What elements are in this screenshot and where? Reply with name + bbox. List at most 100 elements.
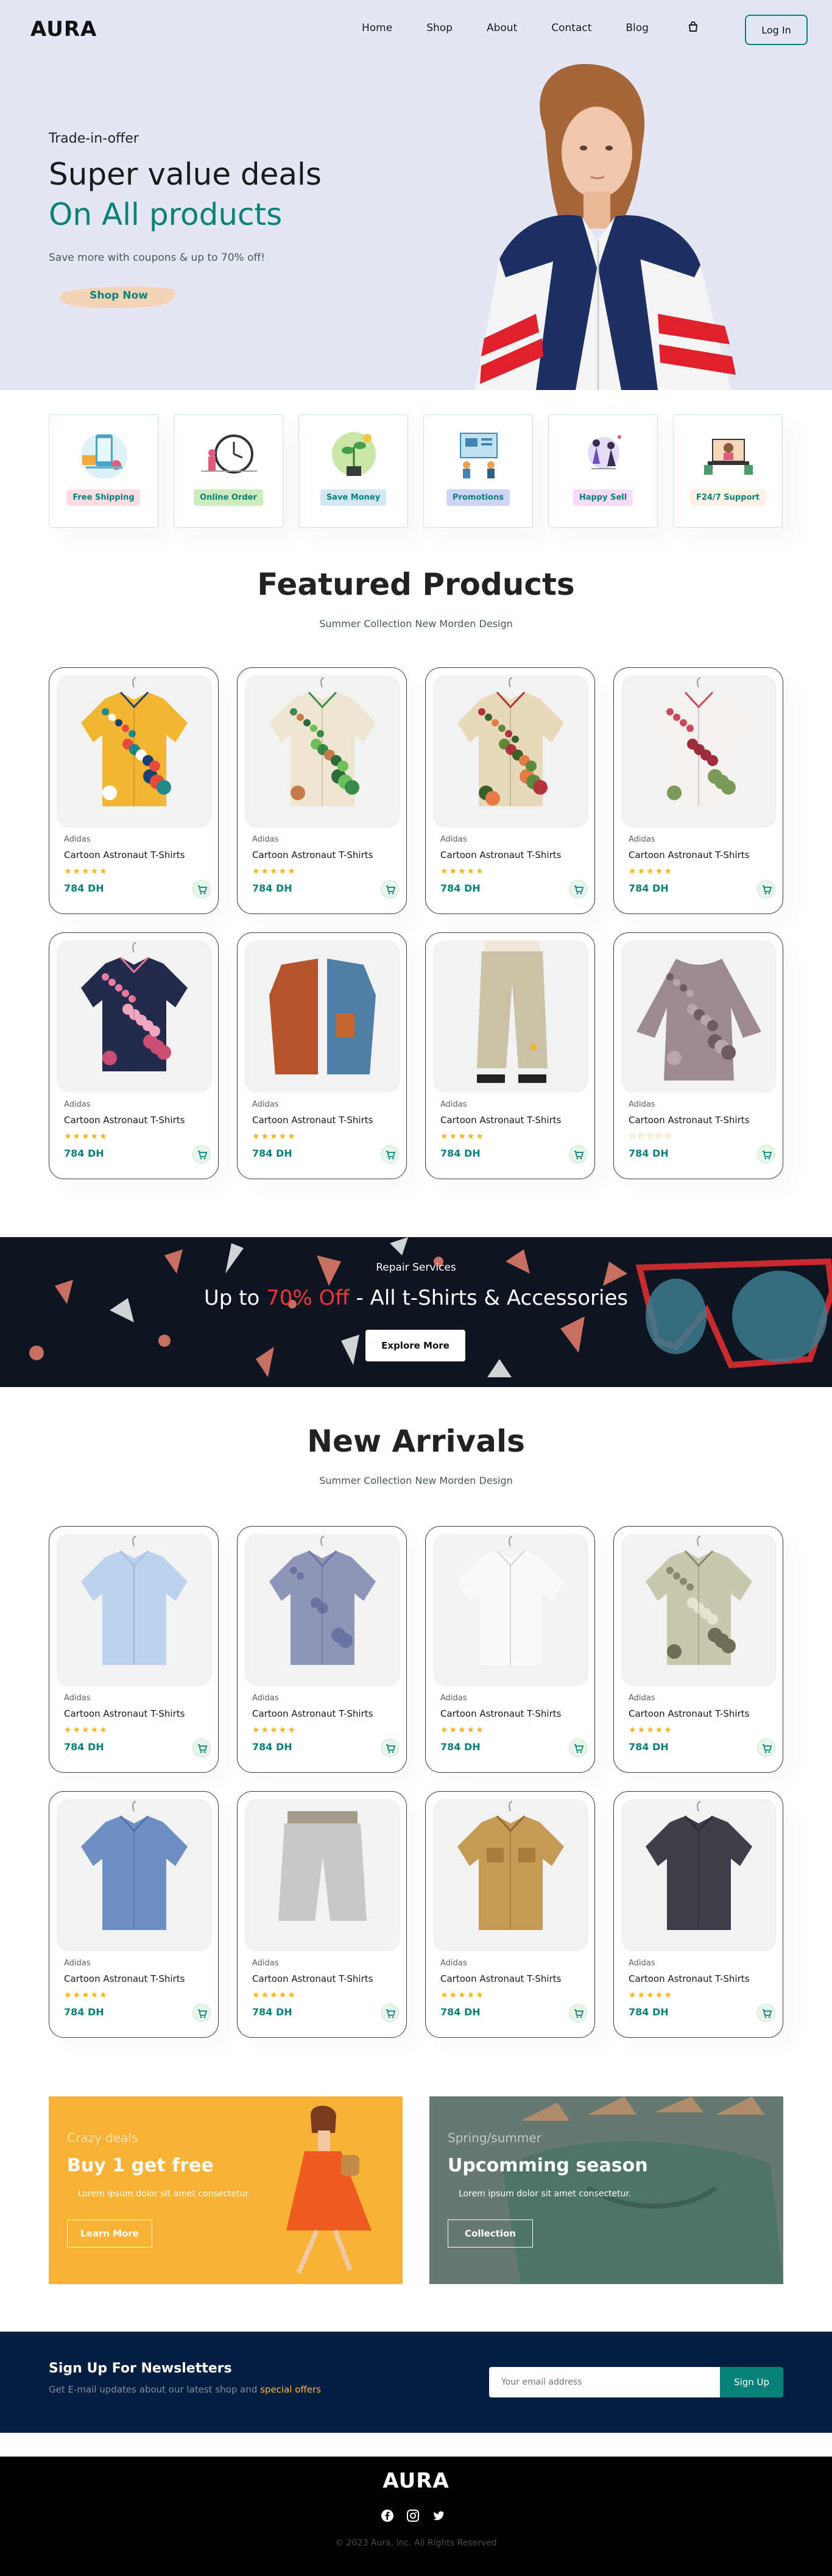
product-card[interactable]: Adidas Cartoon Astronaut T-Shirts ★★★★★ 784… xyxy=(237,667,407,914)
product-price: 784 DH xyxy=(252,882,292,894)
add-to-cart-button[interactable] xyxy=(381,880,399,898)
product-card[interactable]: Adidas Cartoon Astronaut T-Shirts ★★★★★ 784… xyxy=(425,667,595,914)
add-to-cart-button[interactable] xyxy=(569,2004,587,2022)
product-image[interactable] xyxy=(57,1799,212,1951)
product-image[interactable] xyxy=(621,675,777,828)
product-price: 784 DH xyxy=(252,2006,292,2018)
product-card[interactable]: Adidas Cartoon Astronaut T-Shirts ★★★★★ 784… xyxy=(49,1791,219,2038)
product-name[interactable]: Cartoon Astronaut T-Shirts xyxy=(64,850,185,860)
product-card[interactable]: Adidas Cartoon Astronaut T-Shirts ★★★★★ 784… xyxy=(237,932,407,1179)
product-card[interactable]: Adidas Cartoon Astronaut T-Shirts ★★★★★ 784… xyxy=(425,1791,595,2038)
facebook-icon[interactable] xyxy=(381,2509,394,2522)
product-name[interactable]: Cartoon Astronaut T-Shirts xyxy=(440,1708,561,1719)
product-name[interactable]: Cartoon Astronaut T-Shirts xyxy=(440,850,561,860)
nav-about[interactable]: About xyxy=(487,22,517,34)
product-name[interactable]: Cartoon Astronaut T-Shirts xyxy=(629,1708,749,1719)
product-name[interactable]: Cartoon Astronaut T-Shirts xyxy=(629,1115,749,1126)
explore-more-button[interactable]: Explore More xyxy=(365,1330,465,1361)
product-name[interactable]: Cartoon Astronaut T-Shirts xyxy=(252,1973,373,1984)
add-to-cart-button[interactable] xyxy=(569,1739,587,1757)
product-rating: ★★★★★ xyxy=(64,1990,108,2000)
site-logo[interactable]: AURA xyxy=(30,17,97,41)
add-to-cart-button[interactable] xyxy=(381,1145,399,1163)
product-name[interactable]: Cartoon Astronaut T-Shirts xyxy=(629,850,749,860)
product-card[interactable]: Adidas Cartoon Astronaut T-Shirts ★★★★★ 784… xyxy=(49,1526,219,1773)
product-image[interactable] xyxy=(433,675,588,828)
product-image[interactable] xyxy=(621,1534,777,1686)
nav-home[interactable]: Home xyxy=(362,22,392,34)
product-price: 784 DH xyxy=(629,1148,669,1159)
email-input[interactable] xyxy=(489,2367,720,2397)
learn-more-button[interactable]: Learn More xyxy=(67,2219,152,2248)
add-to-cart-button[interactable] xyxy=(757,1145,775,1163)
add-to-cart-button[interactable] xyxy=(192,1739,211,1757)
product-price: 784 DH xyxy=(440,2006,481,2018)
product-card[interactable]: Adidas Cartoon Astronaut T-Shirts ★★★★★ 784… xyxy=(613,1791,783,2038)
sign-up-button[interactable]: Sign Up xyxy=(720,2367,783,2397)
collection-button[interactable]: Collection xyxy=(448,2219,533,2248)
add-to-cart-button[interactable] xyxy=(757,2004,775,2022)
cart-icon xyxy=(386,1151,396,1160)
product-card[interactable]: Adidas Cartoon Astronaut T-Shirts ★★★★★ 784… xyxy=(613,1526,783,1773)
shopping-bag-icon[interactable] xyxy=(687,21,699,33)
product-name[interactable]: Cartoon Astronaut T-Shirts xyxy=(252,1708,373,1719)
nav-shop[interactable]: Shop xyxy=(426,22,453,34)
cart-icon xyxy=(574,885,584,895)
product-price: 784 DH xyxy=(440,1741,481,1753)
add-to-cart-button[interactable] xyxy=(192,1145,211,1163)
product-card[interactable]: Adidas Cartoon Astronaut T-Shirts ★★★★★ 784… xyxy=(425,932,595,1179)
product-name[interactable]: Cartoon Astronaut T-Shirts xyxy=(252,850,373,860)
product-card[interactable]: Adidas Cartoon Astronaut T-Shirts ☆☆☆☆☆ 784… xyxy=(613,932,783,1179)
product-image[interactable] xyxy=(245,1534,400,1686)
product-image[interactable] xyxy=(57,1534,212,1686)
add-to-cart-button[interactable] xyxy=(192,2004,211,2022)
product-image[interactable] xyxy=(621,940,777,1093)
footer-logo[interactable]: AURA xyxy=(0,2469,832,2493)
product-image[interactable] xyxy=(57,675,212,828)
product-card[interactable]: Adidas Cartoon Astronaut T-Shirts ★★★★★ 784… xyxy=(237,1526,407,1773)
product-name[interactable]: Cartoon Astronaut T-Shirts xyxy=(64,1708,185,1719)
add-to-cart-button[interactable] xyxy=(757,1739,775,1757)
celebration-icon xyxy=(588,435,621,469)
hero-title-accent: On All products xyxy=(49,197,283,232)
instagram-icon[interactable] xyxy=(406,2509,420,2522)
product-card[interactable]: Adidas Cartoon Astronaut T-Shirts ★★★★★ 784… xyxy=(49,667,219,914)
cart-icon xyxy=(574,1151,584,1160)
product-card[interactable]: Adidas Cartoon Astronaut T-Shirts ★★★★★ 784… xyxy=(425,1526,595,1773)
add-to-cart-button[interactable] xyxy=(569,880,587,898)
product-image[interactable] xyxy=(433,1534,588,1686)
add-to-cart-button[interactable] xyxy=(192,880,211,898)
product-image[interactable] xyxy=(621,1799,777,1951)
product-brand: Adidas xyxy=(440,1100,467,1109)
shop-now-button[interactable]: Shop Now xyxy=(61,281,177,310)
product-rating: ★★★★★ xyxy=(252,1132,297,1141)
add-to-cart-button[interactable] xyxy=(757,880,775,898)
product-name[interactable]: Cartoon Astronaut T-Shirts xyxy=(252,1115,373,1126)
product-image[interactable] xyxy=(57,940,212,1093)
product-name[interactable]: Cartoon Astronaut T-Shirts xyxy=(64,1973,185,1984)
product-rating: ★★★★★ xyxy=(252,1990,297,2000)
nav-contact[interactable]: Contact xyxy=(551,22,591,34)
product-card[interactable]: Adidas Cartoon Astronaut T-Shirts ★★★★★ 784… xyxy=(49,932,219,1179)
product-card[interactable]: Adidas Cartoon Astronaut T-Shirts ★★★★★ 784… xyxy=(237,1791,407,2038)
product-name[interactable]: Cartoon Astronaut T-Shirts xyxy=(64,1115,185,1126)
product-image[interactable] xyxy=(245,1799,400,1951)
product-name[interactable]: Cartoon Astronaut T-Shirts xyxy=(440,1115,561,1126)
product-image[interactable] xyxy=(245,675,400,828)
product-name[interactable]: Cartoon Astronaut T-Shirts xyxy=(629,1973,749,1984)
featured-subtitle: Summer Collection New Morden Design xyxy=(319,618,513,630)
add-to-cart-button[interactable] xyxy=(569,1145,587,1163)
product-image[interactable] xyxy=(433,940,588,1093)
login-button[interactable]: Log In xyxy=(745,15,808,45)
product-card[interactable]: Adidas Cartoon Astronaut T-Shirts ★★★★★ 784… xyxy=(613,667,783,914)
product-image[interactable] xyxy=(245,940,400,1093)
product-image[interactable] xyxy=(433,1799,588,1951)
product-brand: Adidas xyxy=(440,1694,467,1703)
product-name[interactable]: Cartoon Astronaut T-Shirts xyxy=(440,1973,561,1984)
add-to-cart-button[interactable] xyxy=(381,2004,399,2022)
product-price: 784 DH xyxy=(440,1148,481,1159)
nav-blog[interactable]: Blog xyxy=(626,22,649,34)
add-to-cart-button[interactable] xyxy=(381,1739,399,1757)
feature-label: Happy Sell xyxy=(573,489,633,506)
twitter-icon[interactable] xyxy=(432,2509,445,2522)
